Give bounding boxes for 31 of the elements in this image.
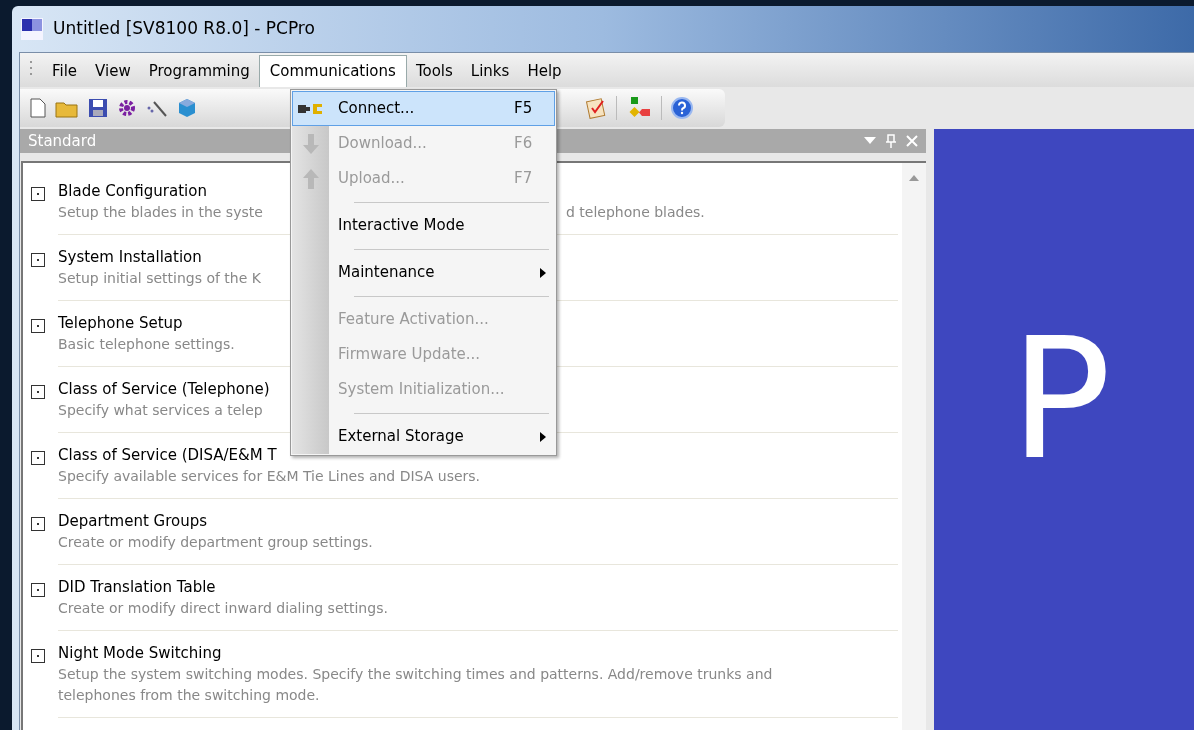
item-description: Create or modify direct inward dialing settings. — [58, 599, 388, 618]
panel-title: Standard — [28, 130, 97, 152]
menu-entry[interactable]: External Storage — [292, 419, 555, 454]
menu-item[interactable]: Links — [461, 55, 519, 87]
item-title[interactable]: DID Translation Table — [58, 577, 216, 598]
item-title[interactable]: Class of Service (Telephone) — [58, 379, 270, 400]
item-title[interactable]: Night Mode Switching — [58, 643, 222, 664]
item-description: Specify what services a telep — [58, 401, 263, 420]
menu-item[interactable]: Help — [518, 55, 571, 87]
menu-entry[interactable]: Connect... F5 — [292, 91, 555, 126]
menu-entry[interactable]: Maintenance — [292, 255, 555, 290]
item-description: d telephone blades. — [566, 203, 705, 222]
item-description: Specify available services for E&M Tie Lines and DISA users. — [58, 467, 481, 486]
menu-item[interactable]: Tools — [406, 55, 462, 87]
splash-text: P — [1010, 301, 1112, 497]
item-title[interactable]: Class of Service (DISA/E&M T — [58, 445, 277, 466]
menu-item[interactable]: View — [86, 55, 140, 87]
item-title[interactable]: Department Groups — [58, 511, 208, 532]
menu-item[interactable]: File — [43, 55, 87, 87]
menu-item[interactable]: Programming — [139, 55, 259, 87]
menu-entry[interactable]: Interactive Mode — [292, 208, 555, 243]
item-description: Setup initial settings of the K — [58, 269, 261, 288]
item-title[interactable]: Telephone Setup — [58, 313, 183, 334]
item-description: Basic telephone settings. — [58, 335, 235, 354]
item-description: Setup the blades in the syste — [58, 203, 264, 222]
item-description: Create or modify department group settings. — [58, 533, 373, 552]
window-title: Untitled [SV8100 R8.0] - PCPro — [53, 17, 315, 41]
item-title[interactable]: System Installation — [58, 247, 202, 268]
item-description: Setup the system switching modes. Specify the switching times and patterns. Add/remove trunks and telephones from the switching mode. — [58, 665, 774, 705]
menu-item[interactable]: Communications — [258, 55, 407, 87]
item-title[interactable]: Blade Configuration — [58, 181, 207, 202]
